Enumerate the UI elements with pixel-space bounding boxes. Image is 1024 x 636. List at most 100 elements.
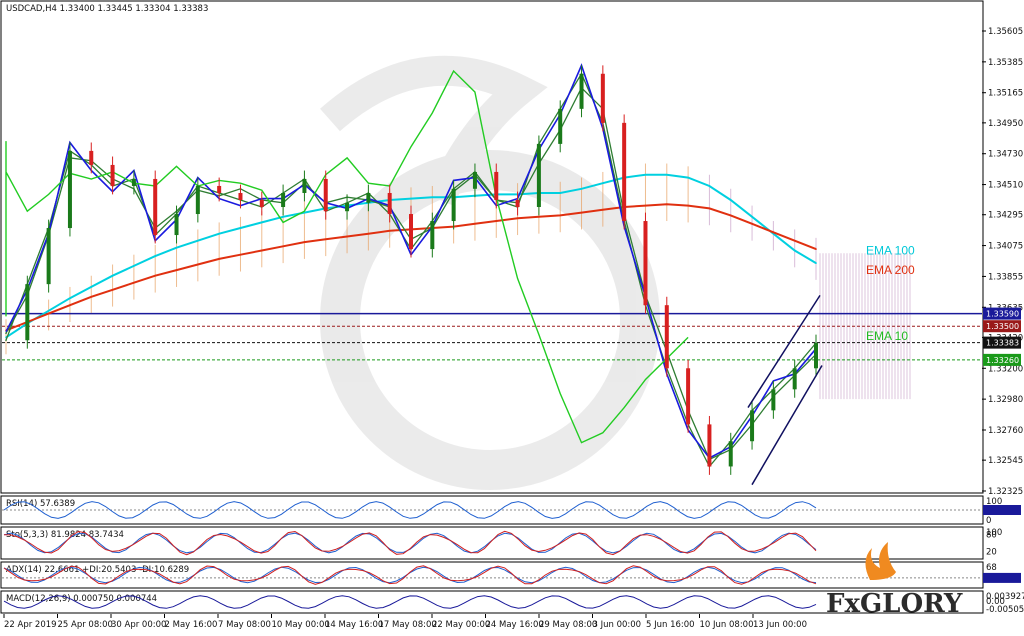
candle-body [217, 185, 222, 193]
x-tick-label: 29 May 08:00 [539, 620, 597, 630]
series-point [729, 214, 732, 217]
x-tick-label: 7 May 08:00 [218, 620, 271, 630]
price-tag-label: 1.33590 [986, 310, 1019, 319]
price-axis: 1.35605 1.35385 1.35165 1.34950 1.34730 1.345… [982, 27, 1023, 497]
series-point [47, 312, 50, 315]
price-tags: 1.33590 1.33500 1.33383 1.33260 [983, 307, 1021, 366]
candle-body [579, 73, 584, 109]
time-axis: 22 Apr 2019 25 Apr 08:0030 Apr 00:002 May… [3, 614, 807, 630]
indicator-tick-label: 80 [986, 531, 997, 541]
y-tick-label: 1.33855 [988, 272, 1023, 282]
series-point [559, 192, 562, 194]
brand-logo-text: FxGLORY [826, 589, 963, 619]
candle-body [707, 424, 712, 467]
candle-body [25, 284, 30, 341]
y-tick-label: 1.35385 [988, 58, 1023, 68]
series-point [239, 253, 242, 256]
candle-body [643, 221, 648, 306]
series-point [111, 274, 114, 277]
series-point [282, 245, 284, 248]
series-point [665, 203, 668, 206]
series-point [687, 204, 689, 207]
indicator-title: Sto(5,3,3) 81.9824 83.7434 [6, 530, 124, 540]
x-tick-label: 10 May 00:00 [272, 620, 330, 630]
series-point [260, 221, 263, 224]
x-tick-label: 2 May 16:00 [165, 620, 218, 630]
series-point [47, 309, 50, 312]
series-point [431, 196, 434, 198]
candle-body [46, 228, 51, 285]
series-point [133, 265, 135, 267]
series-point [708, 207, 711, 210]
candle-body [472, 171, 477, 189]
candle-body [494, 171, 499, 200]
indicator-tick-label: -0.005058 [986, 605, 1024, 615]
candle-body [558, 108, 563, 144]
series-point [154, 255, 157, 257]
x-tick-label: 22 Apr 2019 [4, 620, 57, 630]
series-point [516, 217, 519, 220]
candle-body [814, 343, 818, 369]
candle-body [750, 410, 755, 442]
y-tick-label: 1.32545 [988, 456, 1023, 466]
candle-body [302, 178, 307, 193]
x-tick-label: 24 May 16:00 [486, 620, 544, 630]
series-point [474, 223, 476, 225]
series-point [410, 197, 412, 200]
series-point [5, 339, 7, 342]
series-point [580, 211, 583, 214]
candle-body [195, 185, 200, 215]
indicator-title: RSI(14) 57.6389 [6, 499, 75, 509]
indicator-title: ADX(14) 22.6661 +DI:20.5403 -DI:10.6289 [6, 565, 189, 575]
candle-body [238, 192, 243, 200]
series-point [218, 258, 220, 260]
indicator-tick-label: 20 [986, 547, 997, 557]
series-point [303, 241, 306, 243]
series-point [815, 248, 817, 250]
series-point [708, 185, 711, 187]
indicator-tick-label: 68 [986, 563, 997, 573]
series-point [602, 182, 604, 184]
series-point [175, 246, 178, 249]
candle-body [131, 178, 136, 186]
series-point [751, 223, 753, 225]
series-point [559, 214, 562, 217]
indicator-title: MACD(12,26,9) 0.000750 0.000744 [6, 594, 157, 604]
series-point [218, 232, 220, 235]
candle-body [728, 441, 733, 467]
chart-canvas: EMA 100 EMA 200 EMA 10 1.35605 1.35385 1.351… [0, 0, 1024, 630]
series-point [772, 231, 775, 234]
series-point [538, 216, 540, 218]
series-point [282, 216, 284, 218]
x-tick-label: 14 May 16:00 [325, 620, 383, 630]
series-point [69, 304, 71, 306]
candle-body [771, 389, 776, 411]
candle-body [409, 214, 413, 250]
series-point [793, 239, 796, 242]
series-point [602, 209, 604, 211]
candle-body [686, 368, 691, 425]
candle-body [430, 221, 435, 250]
y-tick-label: 1.35605 [988, 27, 1023, 37]
x-tick-label: 10 Jun 08:00 [700, 620, 754, 630]
x-tick-label: 13 Jun 00:00 [753, 620, 807, 630]
indicator-tick-label: 0 [986, 516, 991, 526]
candle-body [366, 192, 371, 203]
candle-body [110, 164, 115, 186]
series-point [324, 238, 327, 241]
series-point [687, 176, 689, 179]
series-point [644, 173, 647, 176]
y-tick-label: 1.34295 [988, 211, 1023, 221]
ema-label: EMA 200 [866, 263, 915, 277]
x-tick-label: 5 Jun 16:00 [646, 620, 695, 630]
series-point [111, 288, 114, 291]
series-point [154, 274, 157, 277]
x-tick-label: 25 Apr 08:00 [58, 620, 113, 630]
series-point [133, 281, 135, 284]
series-point [388, 230, 391, 232]
candle-body [67, 150, 72, 229]
indicator-level-tag [983, 505, 1021, 515]
price-tag-label: 1.33260 [986, 356, 1019, 365]
series-point [367, 232, 370, 235]
candle-body [792, 368, 797, 390]
